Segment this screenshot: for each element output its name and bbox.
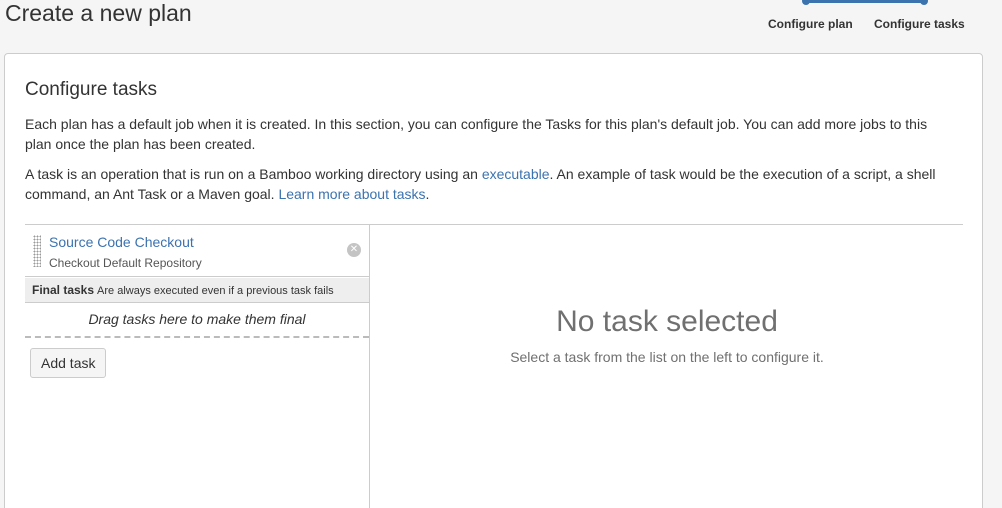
learn-more-link[interactable]: Learn more about tasks xyxy=(278,186,425,202)
task-item-source-code-checkout[interactable]: Source Code Checkout Checkout Default Re… xyxy=(25,225,369,277)
final-tasks-header: Final tasks Are always executed even if a… xyxy=(25,278,369,303)
executable-link[interactable]: executable xyxy=(482,166,550,182)
page-title: Create a new plan xyxy=(5,0,192,26)
final-tasks-title: Final tasks xyxy=(32,283,95,297)
page: Create a new plan Configure plan Configu… xyxy=(0,0,1002,508)
task-explanation-paragraph: A task is an operation that is run on a … xyxy=(25,164,955,204)
task-description: Checkout Default Repository xyxy=(49,256,202,270)
final-tasks-subtitle: Are always executed even if a previous t… xyxy=(97,285,334,297)
task-list: Source Code Checkout Checkout Default Re… xyxy=(25,225,370,508)
description-paragraph: Each plan has a default job when it is c… xyxy=(25,116,928,152)
tracker-dot-configure-plan xyxy=(802,0,810,5)
section-title: Configure tasks xyxy=(25,79,158,100)
close-circle-icon[interactable]: ✕ xyxy=(347,243,361,257)
add-task-button[interactable]: Add task xyxy=(30,348,107,378)
configure-tasks-panel: Configure tasks Each plan has a default … xyxy=(4,53,983,508)
tracker-step-configure-tasks: Configure tasks xyxy=(874,17,965,31)
progress-tracker: Configure plan Configure tasks xyxy=(766,0,986,40)
tracker-step-configure-plan[interactable]: Configure plan xyxy=(768,17,853,31)
task-name[interactable]: Source Code Checkout xyxy=(49,234,194,250)
tracker-line xyxy=(806,0,924,3)
no-task-selected-hint: Select a task from the list on the left … xyxy=(510,349,824,365)
task-details-area: No task selected Select a task from the … xyxy=(371,225,963,508)
tracker-dot-configure-tasks xyxy=(920,0,928,5)
explanation-text-end: . xyxy=(425,186,430,202)
drop-zone-hint: Drag tasks here to make them final xyxy=(88,311,306,327)
no-task-selected-title: No task selected xyxy=(556,305,778,338)
explanation-text-start: A task is an operation that is run on a … xyxy=(25,166,482,182)
drag-handle-icon[interactable] xyxy=(33,235,41,267)
final-tasks-drop-zone[interactable]: Drag tasks here to make them final xyxy=(25,303,369,338)
